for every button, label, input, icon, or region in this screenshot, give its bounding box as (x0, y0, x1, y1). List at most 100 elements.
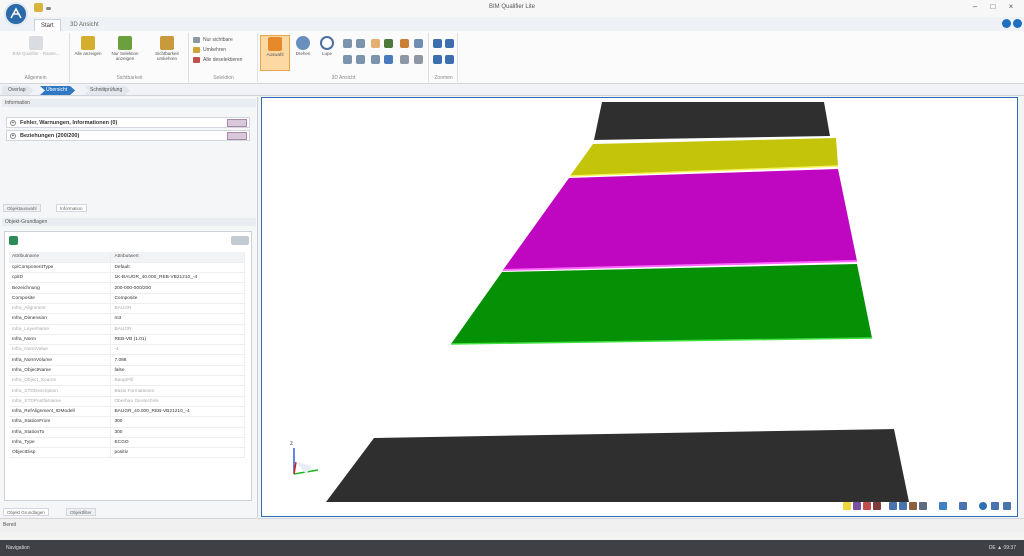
crumb-schnittpruefung[interactable]: Schnittprüfung (84, 86, 130, 95)
attribute-name: Infra_StationTo (9, 427, 112, 438)
table-row[interactable]: Composite Composite (9, 293, 245, 304)
attribute-name: Infra_StationFrom (9, 416, 112, 428)
table-row[interactable]: cpiComponentType Default (9, 262, 245, 274)
view-top-icon[interactable] (384, 39, 393, 48)
tab-3d-ansicht[interactable]: 3D Ansicht (64, 19, 105, 31)
zoom-extents-icon[interactable] (433, 39, 442, 48)
attribute-name: Composite (9, 293, 112, 304)
model-view[interactable]: z (262, 98, 1017, 516)
maximize-icon[interactable]: □ (986, 1, 1000, 13)
section-box-icon[interactable] (863, 502, 871, 510)
relations-row[interactable]: + Beziehungen (200/200) (6, 130, 250, 141)
tab-start[interactable]: Start (34, 19, 61, 31)
help-icon[interactable] (1013, 19, 1022, 28)
zoom-down-icon[interactable] (445, 39, 454, 48)
color-icon[interactable] (853, 502, 861, 510)
table-row[interactable]: Infra_LayerName BAUGR (9, 324, 245, 335)
fit-icon[interactable] (356, 55, 365, 64)
attribute-value: Basis Formationen (110, 385, 245, 397)
arrow-icon[interactable] (1003, 502, 1011, 510)
rotate-button[interactable]: Drehen (292, 35, 314, 71)
table-row[interactable]: cpiID 1K-BAUGR_40.000_REB-VB21210_-4 (9, 272, 245, 284)
attribute-value: 7.088 (110, 354, 245, 366)
table-row[interactable]: Infra_Type ECGO (9, 437, 245, 449)
close-icon[interactable]: × (1004, 1, 1018, 13)
table-row[interactable]: Bezeichnung 200-000-000/200 (9, 282, 245, 294)
zoom-up-icon[interactable] (445, 55, 454, 64)
table-row[interactable]: Infra_NormValue -4 (9, 344, 245, 356)
cube-yellow-icon (81, 36, 95, 50)
show-selection-button[interactable]: Nur Selektion anzeigen (105, 35, 145, 71)
info-icon[interactable] (1002, 19, 1011, 28)
view-front-icon[interactable] (371, 39, 380, 48)
tab-objektauswahl[interactable]: Objektauswahl (3, 204, 41, 212)
selection-button[interactable]: Auswahl (260, 35, 290, 71)
group-zoomen: Zoomen (430, 33, 458, 82)
home-icon[interactable] (433, 55, 442, 64)
table-row[interactable]: Infra_RefAlignment_IDModell BAUGR_40.000_… (9, 406, 245, 418)
settings-icon[interactable] (991, 502, 999, 510)
clip-icon[interactable] (873, 502, 881, 510)
table-row[interactable]: Infra_Norm REB-VB (1.01) (9, 334, 245, 346)
table-row[interactable]: Infra_StationTo 300 (9, 427, 245, 438)
table-row[interactable]: Infra_StationFrom 300 (9, 416, 245, 428)
layers-icon[interactable] (939, 502, 947, 510)
table-row[interactable]: Infra_Dimension m3 (9, 313, 245, 325)
crumb-uebersicht[interactable]: Übersicht (40, 86, 75, 95)
edit-icon[interactable] (227, 119, 247, 127)
table-row[interactable]: Infra_ObjectName false (9, 365, 245, 377)
bottom-tabs: Objekt Grundlagen Objektfilter (0, 508, 258, 518)
only-visible-button[interactable]: Nur sichtbare (193, 36, 233, 44)
attribute-value: Default (110, 262, 245, 274)
excel-icon[interactable] (9, 236, 18, 245)
table-row[interactable]: Infra_STDPostfixName Oberbau Geotechnik (9, 396, 245, 407)
crumb-overlap[interactable]: Overlap (2, 86, 34, 95)
minimize-icon[interactable]: – (968, 1, 982, 13)
bulb-icon[interactable] (843, 502, 851, 510)
view-side-icon[interactable] (400, 39, 409, 48)
pan-icon[interactable] (343, 55, 352, 64)
expand-icon[interactable]: + (10, 133, 16, 139)
grid-icon[interactable] (959, 502, 967, 510)
deselect-all-button[interactable]: Alle deselektieren (193, 56, 242, 64)
section-icon[interactable] (414, 55, 423, 64)
app-logo[interactable] (4, 2, 28, 26)
table-row[interactable]: ObjectDisp positiv (9, 447, 245, 459)
nav-arrows-icon[interactable] (231, 236, 249, 245)
pick-icon[interactable] (899, 502, 907, 510)
viewport-3d[interactable]: z (261, 97, 1018, 517)
table-row[interactable]: Infra_NormVolume 7.088 (9, 354, 245, 366)
tab-objektfilter[interactable]: Objektfilter (66, 508, 96, 516)
view-iso-icon[interactable] (414, 39, 423, 48)
errors-row[interactable]: + Fehler, Warnungen, Informationen (0) (6, 117, 250, 128)
tab-objekt-grundlagen[interactable]: Objekt Grundlagen (3, 508, 49, 516)
table-row[interactable]: Infra_STDDescription Basis Formationen (9, 385, 245, 397)
edit-icon[interactable] (227, 132, 247, 140)
magnifier-button[interactable]: Lupe (316, 35, 338, 71)
breadcrumb: Overlap Übersicht Schnittprüfung (0, 85, 1024, 96)
zoom-out-icon[interactable] (356, 39, 365, 48)
measure-icon[interactable] (889, 502, 897, 510)
invert-visibility-button[interactable]: Sichtbarkeit umkehren (149, 35, 185, 71)
layer-dark-top[interactable] (594, 102, 830, 140)
walk-icon[interactable] (919, 502, 927, 510)
shading-icon[interactable] (384, 55, 393, 64)
layer-dark-bottom[interactable] (326, 429, 909, 502)
ribbon-tabs: Start 3D Ansicht (0, 17, 1024, 31)
show-all-button[interactable]: Alle anzeigen (73, 35, 103, 71)
layer-magenta[interactable] (503, 169, 857, 270)
zoom-in-icon[interactable] (343, 39, 352, 48)
tab-information[interactable]: Information (56, 204, 87, 212)
cursor-icon[interactable] (909, 502, 917, 510)
column-header: Attributwert (110, 252, 245, 263)
invert-selection-button[interactable]: Umkehren (193, 46, 226, 54)
layer-green[interactable] (451, 264, 872, 344)
table-row[interactable]: Infra_Object_Source BaugrFill (9, 375, 245, 387)
wireframe-icon[interactable] (400, 55, 409, 64)
table-row[interactable]: Infra_Alignment BAUGR (9, 303, 245, 315)
globe-icon[interactable] (979, 502, 987, 510)
attribute-value: false (110, 365, 245, 377)
grid-button[interactable]: BIM-Qualifier - Raster... (6, 35, 66, 71)
expand-icon[interactable]: + (10, 120, 16, 126)
refresh-icon[interactable] (371, 55, 380, 64)
